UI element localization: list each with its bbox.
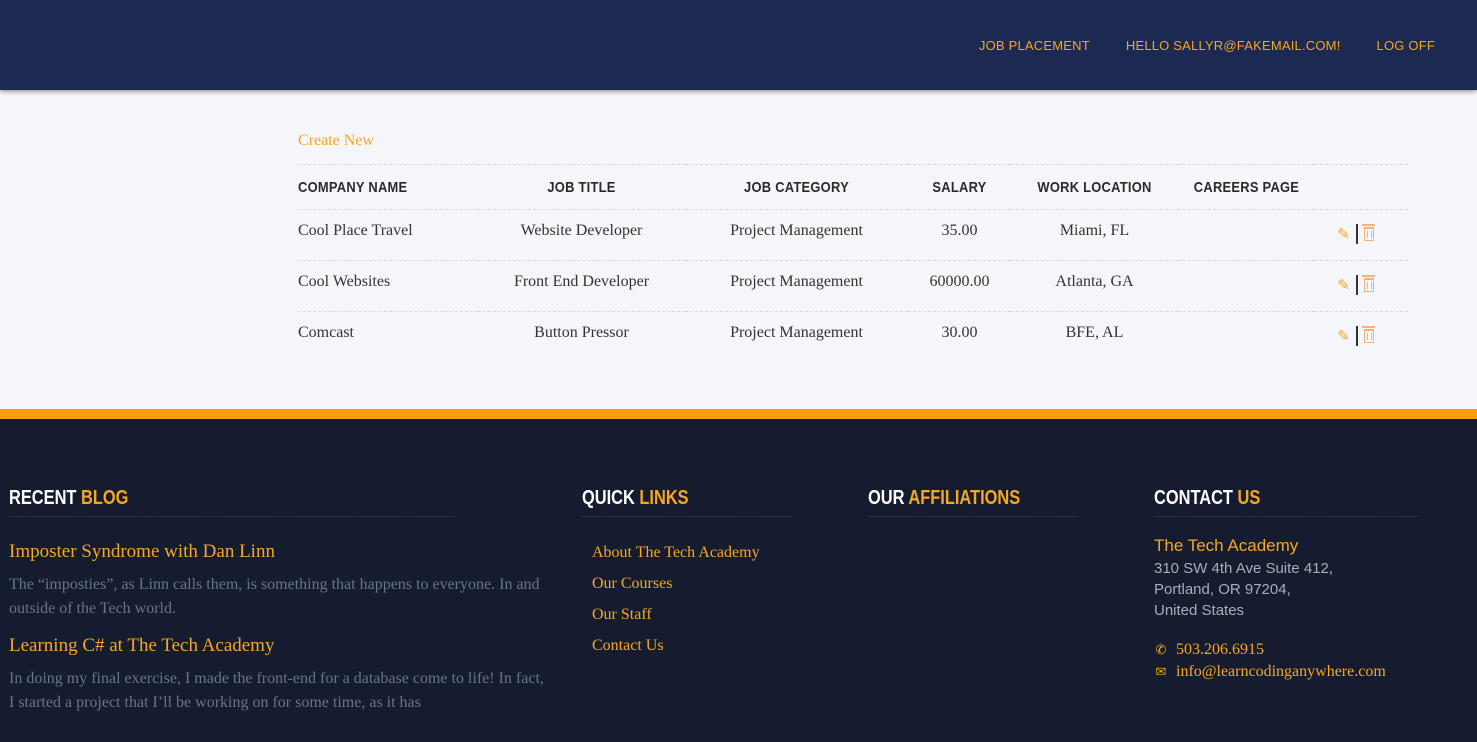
cell-category: Project Management	[730, 324, 863, 341]
cell-salary: 35.00	[908, 209, 1011, 261]
pencil-icon[interactable]: ✎	[1337, 327, 1350, 346]
trash-icon[interactable]	[1362, 326, 1375, 343]
col-header-salary: SALARY	[915, 164, 1004, 210]
quick-link-contact[interactable]: Contact Us	[592, 630, 838, 661]
cell-actions: ✎	[1315, 260, 1408, 312]
cell-careers	[1178, 209, 1315, 261]
footer-affiliations: OUR AFFILIATIONS	[868, 487, 1124, 517]
contact-email[interactable]: ✉ info@learncodinganywhere.com	[1154, 663, 1477, 681]
blog-post-title[interactable]: Learning C# at The Tech Academy	[9, 635, 552, 657]
email-address[interactable]: info@learncodinganywhere.com	[1176, 663, 1386, 681]
quick-links-list: About The Tech Academy Our Courses Our S…	[582, 537, 838, 661]
top-nav: JOB PLACEMENT HELLO SALLYR@FAKEMAIL.COM!…	[979, 38, 1435, 53]
col-header-location: WORK LOCATION	[1022, 164, 1167, 210]
cell-title: Front End Developer	[478, 260, 685, 312]
row-actions: ✎	[1315, 273, 1408, 295]
quick-link-staff[interactable]: Our Staff	[592, 599, 838, 630]
cell-salary: 60000.00	[908, 260, 1011, 312]
table-header-row: COMPANY NAME JOB TITLE JOB CATEGORY SALA…	[298, 164, 1408, 210]
phone-number[interactable]: 503.206.6915	[1176, 641, 1264, 659]
cell-location: Miami, FL	[1011, 209, 1178, 261]
cell-salary: 30.00	[941, 324, 978, 341]
cell-title: Website Developer	[478, 209, 685, 261]
quick-link-courses[interactable]: Our Courses	[592, 568, 838, 599]
footer-contact: CONTACT US The Tech Academy 310 SW 4th A…	[1154, 487, 1477, 681]
trash-icon[interactable]	[1362, 224, 1375, 241]
cell-location: BFE, AL	[1065, 324, 1124, 341]
contact-org-name: The Tech Academy	[1154, 536, 1299, 555]
trash-icon[interactable]	[1362, 275, 1375, 292]
main-content: Create New COMPANY NAME JOB TITLE JOB CA…	[298, 130, 1408, 363]
cell-company: Comcast	[298, 324, 354, 341]
phone-icon: ✆	[1155, 642, 1167, 657]
footer-quick-links: QUICK LINKS About The Tech Academy Our C…	[582, 487, 838, 661]
pencil-icon[interactable]: ✎	[1337, 225, 1350, 244]
contact-address: 310 SW 4th Ave Suite 412, Portland, OR 9…	[1154, 558, 1477, 621]
cell-location: Atlanta, GA	[1011, 260, 1178, 312]
envelope-icon: ✉	[1155, 664, 1167, 679]
contact-heading: CONTACT US	[1154, 487, 1419, 517]
address-line: 310 SW 4th Ave Suite 412,	[1154, 560, 1334, 577]
col-header-category: JOB CATEGORY	[700, 164, 893, 210]
nav-user-greeting[interactable]: HELLO SALLYR@FAKEMAIL.COM!	[1126, 38, 1341, 53]
cell-category: Project Management	[685, 260, 908, 312]
jobs-table: COMPANY NAME JOB TITLE JOB CATEGORY SALA…	[298, 164, 1408, 363]
cell-actions: ✎	[1315, 209, 1408, 261]
action-divider	[1356, 224, 1358, 244]
pencil-icon[interactable]: ✎	[1337, 276, 1350, 295]
cell-careers	[1178, 260, 1315, 312]
action-divider	[1356, 275, 1358, 295]
cell-careers	[1178, 312, 1315, 363]
col-header-careers: CAREERS PAGE	[1187, 164, 1306, 210]
contact-phone[interactable]: ✆ 503.206.6915	[1154, 641, 1477, 659]
table-row: Comcast Button Pressor Project Managemen…	[298, 312, 1408, 363]
table-row: Cool Websites Front End Developer Projec…	[298, 260, 1408, 312]
top-navbar: JOB PLACEMENT HELLO SALLYR@FAKEMAIL.COM!…	[0, 0, 1477, 90]
action-divider	[1356, 326, 1358, 346]
quick-links-heading: QUICK LINKS	[582, 487, 792, 517]
create-new-link[interactable]: Create New	[298, 132, 374, 150]
cell-company: Cool Place Travel	[298, 209, 478, 261]
address-line: Portland, OR 97204,	[1154, 581, 1291, 598]
affiliations-heading: OUR AFFILIATIONS	[868, 487, 1078, 517]
blog-post-excerpt: In doing my final exercise, I made the f…	[9, 670, 544, 711]
row-actions: ✎	[1315, 222, 1408, 244]
cell-company: Cool Websites	[298, 260, 478, 312]
address-line: United States	[1154, 602, 1245, 619]
nav-log-off[interactable]: LOG OFF	[1377, 38, 1435, 53]
cell-actions: ✎	[1315, 312, 1408, 363]
footer-accent-bar	[0, 409, 1477, 419]
col-header-title: JOB TITLE	[492, 164, 671, 210]
footer: RECENT BLOG Imposter Syndrome with Dan L…	[0, 419, 1477, 742]
nav-job-placement[interactable]: JOB PLACEMENT	[979, 38, 1090, 53]
col-header-company: COMPANY NAME	[298, 164, 453, 210]
col-header-actions	[1321, 164, 1402, 210]
cell-title: Button Pressor	[534, 324, 629, 341]
cell-category: Project Management	[685, 209, 908, 261]
blog-post-title[interactable]: Imposter Syndrome with Dan Linn	[9, 541, 552, 563]
table-row: Cool Place Travel Website Developer Proj…	[298, 209, 1408, 261]
row-actions: ✎	[1315, 324, 1408, 346]
quick-link-about[interactable]: About The Tech Academy	[592, 537, 838, 568]
blog-post-excerpt: The “imposties”, as Linn calls them, is …	[9, 576, 540, 617]
footer-recent-blog: RECENT BLOG Imposter Syndrome with Dan L…	[9, 487, 552, 715]
recent-blog-heading: RECENT BLOG	[9, 487, 455, 517]
